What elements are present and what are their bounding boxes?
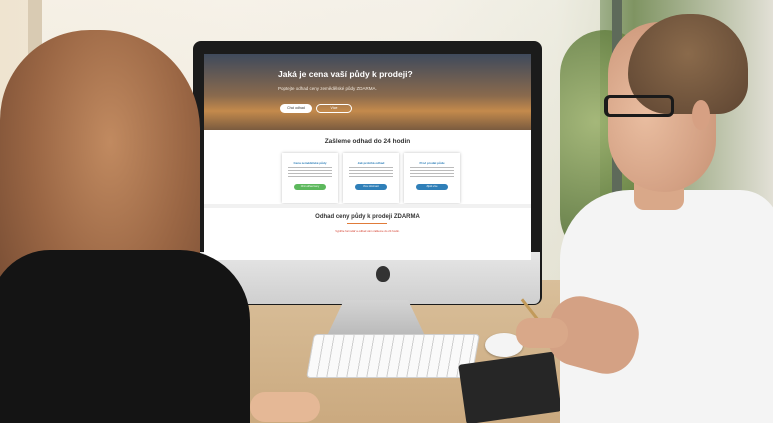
woman-hand	[250, 392, 320, 422]
card-button[interactable]: Více informací	[355, 184, 387, 190]
section-title-delivery: Zašleme odhad do 24 hodin	[324, 138, 411, 145]
card-button[interactable]: Chci odhad ceny	[294, 184, 326, 190]
section-title-free-estimate: Odhad ceny půdy k prodeji ZDARMA	[315, 214, 420, 220]
section-separator	[204, 204, 531, 208]
hero-primary-button[interactable]: Chci odhad	[280, 104, 312, 113]
notebook	[458, 351, 562, 423]
keyboard	[306, 334, 480, 378]
glasses-icon	[604, 95, 674, 117]
card-button[interactable]: Zjistit více	[416, 184, 448, 190]
hero-secondary-button[interactable]: Více	[316, 104, 352, 113]
man-ear	[692, 100, 710, 130]
card-process: Jak probíhá odhad Více informací	[343, 153, 399, 203]
monitor-screen-website: Jaká je cena vaší půdy k prodeji? Poptej…	[204, 54, 531, 260]
form-note: Vyplňte formulář a odhad vám zašleme do …	[335, 229, 400, 233]
man-hand-holding-pen	[516, 318, 568, 348]
card-title: Jak probíhá odhad	[357, 161, 385, 165]
card-price: Cena zemědělské půdy Chci odhad ceny	[282, 153, 338, 203]
card-reason: Proč prodat půdu Zjistit více	[404, 153, 460, 203]
hero-subtitle: Poptejte odhad ceny zemědělské půdy ZDAR…	[278, 86, 377, 91]
card-text-lines	[410, 167, 454, 179]
hero-title: Jaká je cena vaší půdy k prodeji?	[278, 69, 413, 79]
hero-banner: Jaká je cena vaší půdy k prodeji? Poptej…	[204, 54, 531, 130]
card-title: Proč prodat půdu	[419, 161, 445, 165]
card-text-lines	[349, 167, 393, 179]
title-underline	[347, 223, 387, 224]
apple-logo-icon	[376, 266, 390, 282]
card-text-lines	[288, 167, 332, 179]
office-photo: Jaká je cena vaší půdy k prodeji? Poptej…	[0, 0, 773, 423]
card-title: Cena zemědělské půdy	[293, 161, 327, 165]
woman-black-shirt	[0, 250, 250, 423]
